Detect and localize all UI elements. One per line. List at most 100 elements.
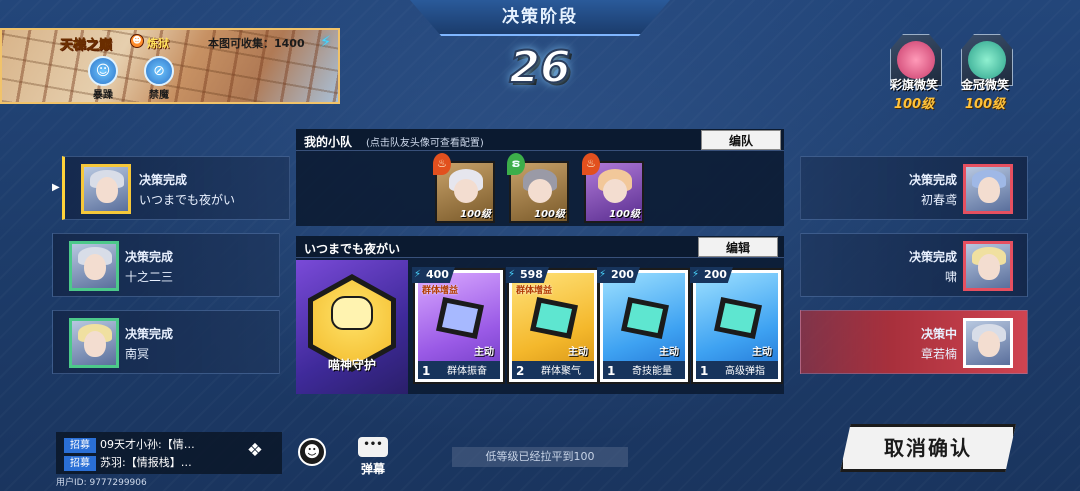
squad-panel: 我的小队 (点击队友头像可查看配置) 编队 ♨ 100级 ຣ 100级 ♨ 10… (296, 129, 784, 226)
avatar (81, 164, 131, 214)
collect-text: 本图可收集：1400 (208, 37, 305, 50)
player-name: いつまでも夜がい (139, 193, 236, 207)
recruit-tag: 招募 (64, 438, 96, 453)
chat-line: 招募 09天才小孙:【情… (64, 436, 195, 454)
cancel-confirm-button[interactable]: 取消确认 (840, 424, 1016, 472)
avatar (69, 241, 119, 291)
difficulty-label: 炼狱 (147, 37, 169, 50)
deck-header: いつまでも夜がい 编辑 (296, 236, 784, 258)
emoji-button[interactable]: ☻ (298, 438, 326, 466)
flick-plus-icon (714, 297, 762, 339)
card-count: 1 (607, 364, 616, 378)
card-type: 主动 (568, 347, 588, 358)
modifier-rage-icon[interactable]: ☺ (88, 56, 118, 86)
boss-level: 100级 (964, 97, 1006, 112)
member-level: 100级 (460, 209, 491, 220)
player-status: 决策完成 (125, 250, 174, 264)
card-name: 群体振奋 (447, 366, 487, 377)
member-level: 100级 (534, 209, 565, 220)
card-count: 1 (422, 364, 431, 378)
fire-element-icon: ♨ (433, 153, 451, 175)
player-status: 决策完成 (125, 327, 174, 341)
danmu-label: 弹幕 (360, 462, 385, 476)
countdown-timer: 26 (508, 41, 571, 94)
player-card-self[interactable]: 决策完成 いつまでも夜がい (62, 156, 290, 220)
card-count: 2 (516, 364, 525, 378)
modifier-label: 暴躁 (93, 90, 113, 101)
game-screen: 天梯之巅 ☻ 炼狱 本图可收集：1400 ⚡ ☺ 暴躁 ⊘ 禁魔 决策阶段 26… (0, 0, 1080, 491)
player-name: 南冥 (125, 347, 150, 361)
boss-level: 100级 (893, 97, 935, 112)
selected-arrow-icon: ▶ (52, 182, 60, 193)
avatar (963, 318, 1013, 368)
member-level: 100级 (609, 209, 640, 220)
card-tag: 群体增益 (422, 286, 459, 296)
skill-card[interactable]: 598 群体增益 主动 2 群体聚气 (506, 267, 597, 382)
energy-bolt-icon: ⚡ (320, 32, 332, 51)
wind-element-icon: ຣ (507, 153, 525, 175)
player-card[interactable]: 决策完成 初春鸢 (800, 156, 1028, 220)
edit-team-button[interactable]: 编队 (701, 130, 781, 150)
passive-label: 喵神守护 (327, 358, 376, 372)
sword-icon (436, 297, 484, 339)
deck-title: いつまでも夜がい (304, 242, 401, 256)
card-tag: 群体增益 (516, 286, 553, 296)
avatar (963, 164, 1013, 214)
boss-name: 金冠微笑 (960, 78, 1009, 92)
level-notice: 低等级已经拉平到100 (452, 447, 628, 467)
modifier-antimagic-icon[interactable]: ⊘ (144, 56, 174, 86)
card-cost: 400 (412, 267, 455, 283)
modifier-label: 禁魔 (149, 90, 169, 101)
player-name: 初春鸢 (920, 193, 957, 207)
boss-name: 彩旗微笑 (889, 78, 938, 92)
player-name: 章若楠 (920, 347, 957, 361)
squad-member[interactable]: ♨ 100级 (433, 153, 495, 223)
flask-icon (530, 297, 578, 339)
edit-deck-button[interactable]: 编辑 (698, 237, 778, 257)
player-status: 决策中 (920, 327, 957, 341)
skill-card[interactable]: 200 主动 1 高级弹指 (690, 267, 781, 382)
squad-member[interactable]: ♨ 100级 (582, 153, 644, 223)
deck-panel: いつまでも夜がい 编辑 喵神守护 400 群体增益 主动 1 群体振奋 598 … (296, 236, 784, 394)
chat-expand-icon[interactable]: ❖ (240, 440, 270, 468)
card-type: 主动 (474, 347, 494, 358)
chat-text: 09天才小孙:【情… (100, 438, 195, 451)
player-card[interactable]: 决策完成 南冥 (52, 310, 280, 374)
avatar (963, 241, 1013, 291)
card-name: 群体聚气 (541, 366, 581, 377)
chat-line: 招募 苏羽:【情报栈】… (64, 454, 192, 472)
map-info-panel[interactable]: 天梯之巅 ☻ 炼狱 本图可收集：1400 ⚡ ☺ 暴躁 ⊘ 禁魔 (0, 28, 340, 104)
card-count: 1 (700, 364, 709, 378)
passive-skill[interactable]: 喵神守护 (296, 260, 408, 394)
card-cost: 598 (506, 267, 549, 283)
skill-card[interactable]: 400 群体增益 主动 1 群体振奋 (412, 267, 503, 382)
map-name: 天梯之巅 (60, 38, 113, 54)
player-name: 啸 (944, 270, 957, 284)
card-cost: 200 (690, 267, 733, 283)
squad-member[interactable]: ຣ 100级 (507, 153, 569, 223)
player-status: 决策完成 (908, 250, 957, 264)
recruit-tag: 招募 (64, 456, 96, 471)
squad-title: 我的小队 (304, 135, 353, 149)
energy-plus-icon (621, 297, 669, 339)
user-id: 用户ID: 9777299906 (56, 478, 147, 488)
card-type: 主动 (659, 347, 679, 358)
player-card[interactable]: 决策完成 啸 (800, 233, 1028, 297)
squad-hint: (点击队友头像可查看配置) (366, 138, 484, 149)
card-name: 高级弹指 (725, 366, 765, 377)
avatar (69, 318, 119, 368)
player-status: 决策完成 (139, 173, 188, 187)
player-name: 十之二三 (125, 270, 174, 284)
player-card[interactable]: 决策完成 十之二三 (52, 233, 280, 297)
card-name: 奇技能量 (632, 366, 672, 377)
player-card-deciding[interactable]: 决策中 章若楠 (800, 310, 1028, 374)
danmu-icon[interactable]: ••• (358, 437, 388, 457)
squad-header: 我的小队 (点击队友头像可查看配置) 编队 (296, 129, 784, 151)
card-type: 主动 (752, 347, 772, 358)
phase-banner: 决策阶段 (410, 0, 670, 36)
skill-card[interactable]: 200 主动 1 奇技能量 (597, 267, 688, 382)
player-status: 决策完成 (908, 173, 957, 187)
cat-icon (331, 296, 373, 330)
chat-text: 苏羽:【情报栈】… (100, 456, 192, 469)
card-cost: 200 (597, 267, 640, 283)
